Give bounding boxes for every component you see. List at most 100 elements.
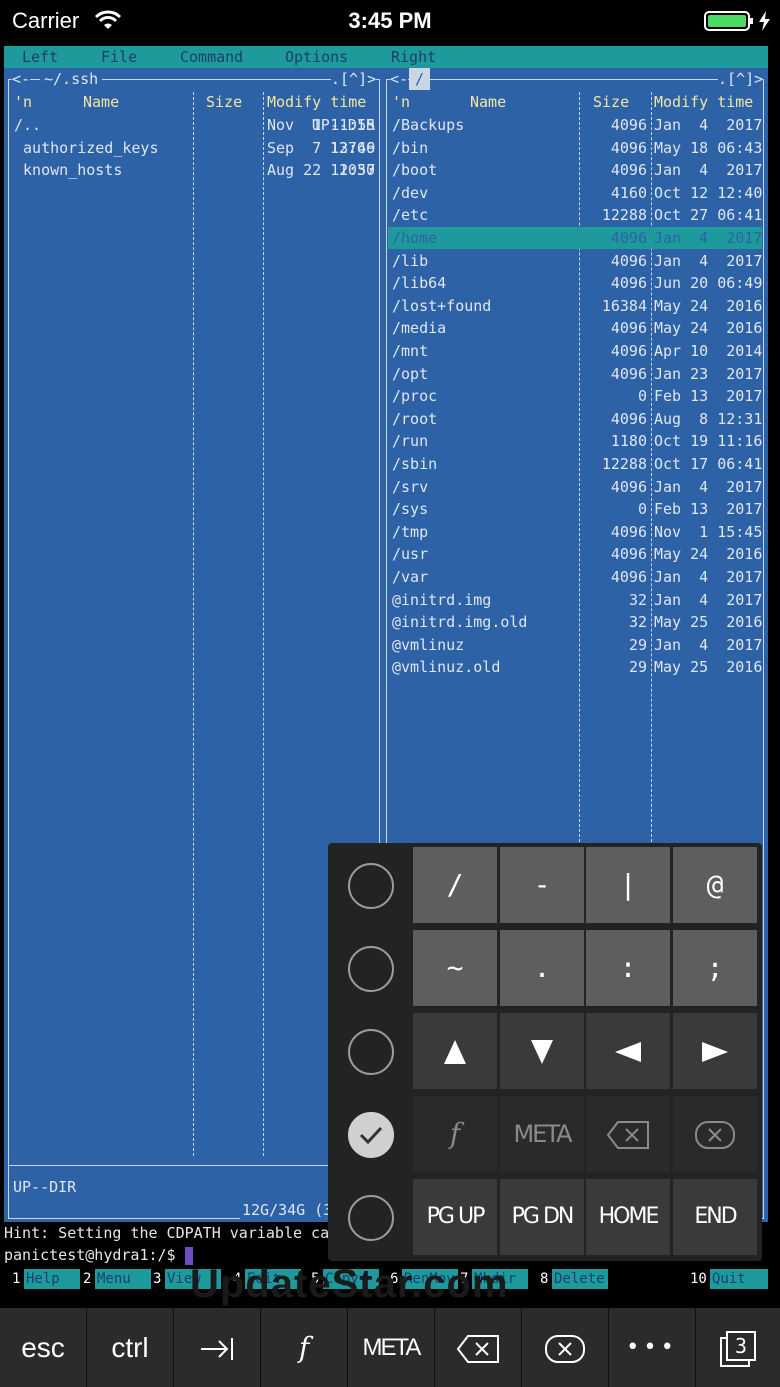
right_panel-date: Oct 19 11:16: [654, 432, 763, 451]
right_panel-row[interactable]: /media 4096 May 24 2016: [388, 317, 762, 339]
fkey-delete[interactable]: 8 Delete: [540, 1269, 608, 1289]
right-header-size[interactable]: Size: [593, 91, 629, 113]
fkey-help[interactable]: 1 Help: [12, 1269, 80, 1289]
right_panel-row[interactable]: /lost+found 16384 May 24 2016: [388, 295, 762, 317]
key-backspace[interactable]: [586, 1096, 670, 1172]
left_panel-name: /..: [14, 116, 42, 134]
key-at[interactable]: @: [673, 847, 757, 923]
key-down[interactable]: [500, 1013, 584, 1089]
row-select-radio-1[interactable]: [348, 863, 394, 909]
right_panel-row[interactable]: @initrd.img.old 32 May 25 2016: [388, 611, 762, 633]
key-meta[interactable]: META: [500, 1096, 584, 1172]
key-tilde[interactable]: ~: [413, 930, 497, 1006]
left-panel-path[interactable]: ~/.ssh: [40, 68, 103, 90]
left_panel-row[interactable]: authorized_keys 12766 Sep 7 13:49: [10, 137, 378, 159]
right_panel-row[interactable]: /home 4096 Jan 4 2017: [388, 227, 762, 249]
key-home[interactable]: HOME: [586, 1179, 670, 1255]
fkey-quit[interactable]: 10 Quit: [690, 1269, 768, 1289]
meta-button[interactable]: META: [348, 1308, 434, 1387]
right_panel-row[interactable]: /root 4096 Aug 8 12:31: [388, 408, 762, 430]
right_panel-row[interactable]: /mnt 4096 Apr 10 2014: [388, 340, 762, 362]
left_panel-row[interactable]: /.. UP--DIR Nov 1 11:55: [10, 114, 378, 136]
key-end[interactable]: END: [673, 1179, 757, 1255]
key-pipe[interactable]: |: [586, 847, 670, 923]
key-page-down[interactable]: PG DN: [500, 1179, 584, 1255]
tab-icon: [201, 1338, 233, 1360]
tab-button[interactable]: [174, 1308, 260, 1387]
key-slash[interactable]: /: [413, 847, 497, 923]
right_panel-row[interactable]: /dev 4160 Oct 12 12:40: [388, 182, 762, 204]
right_panel-row[interactable]: /sys 0 Feb 13 2017: [388, 498, 762, 520]
key-delete[interactable]: [673, 1096, 757, 1172]
right_panel-row[interactable]: /proc 0 Feb 13 2017: [388, 385, 762, 407]
key-colon[interactable]: :: [586, 930, 670, 1006]
right_panel-row[interactable]: /tmp 4096 Nov 1 15:45: [388, 521, 762, 543]
right_panel-row[interactable]: /sbin 12288 Oct 17 06:41: [388, 453, 762, 475]
key-left[interactable]: [586, 1013, 670, 1089]
right_panel-row[interactable]: /srv 4096 Jan 4 2017: [388, 476, 762, 498]
right_panel-row[interactable]: @vmlinuz.old 29 May 25 2016: [388, 656, 762, 678]
right_panel-date: Oct 12 12:40: [654, 183, 763, 202]
sessions-button[interactable]: 3: [696, 1308, 780, 1387]
menu-right[interactable]: Right: [391, 48, 436, 66]
row-select-radio-5[interactable]: [348, 1195, 394, 1241]
menu-options[interactable]: Options: [285, 48, 348, 66]
right_panel-row[interactable]: /run 1180 Oct 19 11:16: [388, 430, 762, 452]
arrow-down-icon: [531, 1040, 553, 1064]
right_panel-row[interactable]: /opt 4096 Jan 23 2017: [388, 363, 762, 385]
left_panel-row[interactable]: known_hosts 1030 Aug 22 12:57: [10, 159, 378, 181]
right_panel-row[interactable]: @vmlinuz 29 Jan 4 2017: [388, 634, 762, 656]
right_panel-row[interactable]: /boot 4096 Jan 4 2017: [388, 159, 762, 181]
right_panel-name: @vmlinuz: [392, 635, 465, 654]
status-bar: Carrier 3:45 PM: [0, 0, 780, 44]
right_panel-row[interactable]: /lib 4096 Jan 4 2017: [388, 250, 762, 272]
right_panel-row[interactable]: @initrd.img 32 Jan 4 2017: [388, 589, 762, 611]
left-header-size[interactable]: Size: [206, 91, 242, 113]
menu-left[interactable]: Left: [22, 48, 58, 66]
right-panel-corner[interactable]: .[^]>: [718, 68, 764, 90]
menu-command[interactable]: Command: [180, 48, 243, 66]
right_panel-name: /lost+found: [392, 296, 492, 315]
function-button[interactable]: 𝑓: [261, 1308, 347, 1387]
key-function[interactable]: 𝑓: [413, 1096, 497, 1172]
left-header-mtime[interactable]: Modify time: [267, 91, 366, 113]
left-panel-corner[interactable]: .[^]>: [331, 68, 377, 90]
row-select-radio-3[interactable]: [348, 1029, 394, 1075]
delete-button[interactable]: [522, 1308, 608, 1387]
right_panel-name: /Backups: [392, 116, 465, 134]
key-semicolon[interactable]: ;: [673, 930, 757, 1006]
right_panel-row[interactable]: /lib64 4096 Jun 20 06:49: [388, 272, 762, 294]
key-up[interactable]: [413, 1013, 497, 1089]
backspace-button[interactable]: [435, 1308, 521, 1387]
right_panel-date: Jan 4 2017: [654, 161, 763, 180]
right_panel-size: 4096: [610, 116, 647, 134]
right_panel-date: Jan 4 2017: [654, 116, 763, 134]
right_panel-row[interactable]: /var 4096 Jan 4 2017: [388, 566, 762, 588]
right_panel-row[interactable]: /bin 4096 May 18 06:43: [388, 137, 762, 159]
right_panel-date: Jan 4 2017: [654, 590, 763, 609]
ctrl-button[interactable]: ctrl: [87, 1308, 173, 1387]
right_panel-date: Jan 4 2017: [654, 568, 763, 586]
key-page-up[interactable]: PG UP: [413, 1179, 497, 1255]
right-header-name[interactable]: Name: [470, 91, 506, 113]
left-panel[interactable]: [8, 79, 380, 1219]
right_panel-row[interactable]: /usr 4096 May 24 2016: [388, 543, 762, 565]
right_panel-size: 29: [628, 658, 647, 677]
key-right[interactable]: [673, 1013, 757, 1089]
row-select-radio-2[interactable]: [348, 946, 394, 992]
menu-file[interactable]: File: [101, 48, 137, 66]
left-header-name[interactable]: Name: [83, 91, 119, 113]
delete-icon: [545, 1335, 585, 1363]
right_panel-row[interactable]: /etc 12288 Oct 27 06:41: [388, 204, 762, 226]
right_panel-date: Jan 4 2017: [654, 229, 763, 247]
key-dash[interactable]: -: [500, 847, 584, 923]
row-select-radio-4[interactable]: [348, 1112, 394, 1158]
right-panel-path[interactable]: /: [409, 68, 431, 90]
fkey-menu[interactable]: 2 Menu: [83, 1269, 151, 1289]
right_panel-row[interactable]: /Backups 4096 Jan 4 2017: [388, 114, 762, 136]
key-dot[interactable]: .: [500, 930, 584, 1006]
delete-icon: [695, 1121, 735, 1149]
more-button[interactable]: •••: [609, 1308, 695, 1387]
right-header-mtime[interactable]: Modify time: [654, 91, 753, 113]
esc-button[interactable]: esc: [0, 1308, 86, 1387]
